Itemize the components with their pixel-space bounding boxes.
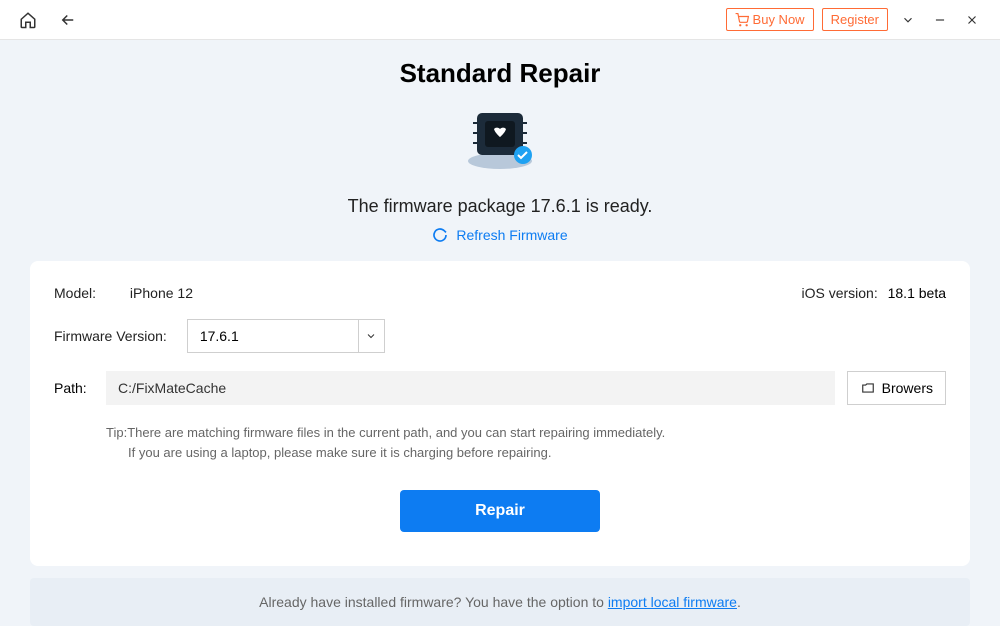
firmware-status-text: The firmware package 17.6.1 is ready. [0, 196, 1000, 217]
footer-period: . [737, 594, 741, 610]
minimize-button[interactable] [928, 8, 952, 32]
model-value: iPhone 12 [130, 285, 193, 301]
chevron-down-icon [365, 330, 377, 342]
minimize-icon [933, 13, 947, 27]
firmware-version-row: Firmware Version: 17.6.1 [54, 319, 946, 353]
footer-banner: Already have installed firmware? You hav… [30, 578, 970, 626]
refresh-firmware-button[interactable]: Refresh Firmware [0, 227, 1000, 243]
ios-version-group: iOS version: 18.1 beta [801, 285, 946, 301]
firmware-version-value: 17.6.1 [188, 320, 358, 352]
buy-now-label: Buy Now [753, 12, 805, 27]
close-button[interactable] [960, 8, 984, 32]
select-caret [358, 320, 384, 352]
model-group: Model: iPhone 12 [54, 285, 193, 301]
browse-label: Browers [882, 380, 933, 396]
ios-version-value: 18.1 beta [888, 285, 946, 301]
model-ios-row: Model: iPhone 12 iOS version: 18.1 beta [54, 285, 946, 301]
repair-button[interactable]: Repair [400, 490, 600, 532]
topbar-left [16, 8, 80, 32]
firmware-chip-illustration [455, 103, 545, 173]
tip-line2: If you are using a laptop, please make s… [128, 443, 551, 463]
footer-text: Already have installed firmware? You hav… [259, 594, 608, 610]
refresh-icon [432, 227, 448, 243]
register-button[interactable]: Register [822, 8, 888, 31]
folder-icon [860, 381, 876, 395]
home-button[interactable] [16, 8, 40, 32]
model-label: Model: [54, 285, 96, 301]
refresh-label: Refresh Firmware [456, 227, 567, 243]
home-icon [19, 11, 37, 29]
path-row: Path: C:/FixMateCache Browers [54, 371, 946, 405]
tip-prefix: Tip: [106, 425, 127, 440]
close-icon [965, 13, 979, 27]
firmware-version-label: Firmware Version: [54, 328, 167, 344]
browse-button[interactable]: Browers [847, 371, 946, 405]
firmware-version-select[interactable]: 17.6.1 [187, 319, 385, 353]
path-value: C:/FixMateCache [118, 380, 226, 396]
tip-line1: There are matching firmware files in the… [127, 425, 665, 440]
menu-dropdown-button[interactable] [896, 8, 920, 32]
hero: The firmware package 17.6.1 is ready. Re… [0, 103, 1000, 243]
back-arrow-icon [59, 11, 77, 29]
register-label: Register [831, 12, 879, 27]
repair-label: Repair [475, 502, 525, 519]
chevron-down-icon [901, 13, 915, 27]
path-label: Path: [54, 380, 94, 396]
ios-version-label: iOS version: [801, 285, 877, 301]
firmware-card: Model: iPhone 12 iOS version: 18.1 beta … [30, 261, 970, 566]
import-firmware-link[interactable]: import local firmware [608, 594, 737, 610]
topbar-right: Buy Now Register [726, 8, 984, 32]
buy-now-button[interactable]: Buy Now [726, 8, 814, 31]
topbar: Buy Now Register [0, 0, 1000, 40]
cart-icon [735, 13, 749, 27]
back-button[interactable] [56, 8, 80, 32]
path-input[interactable]: C:/FixMateCache [106, 371, 835, 405]
tip-block: Tip:There are matching firmware files in… [106, 423, 946, 462]
page-title: Standard Repair [0, 58, 1000, 89]
